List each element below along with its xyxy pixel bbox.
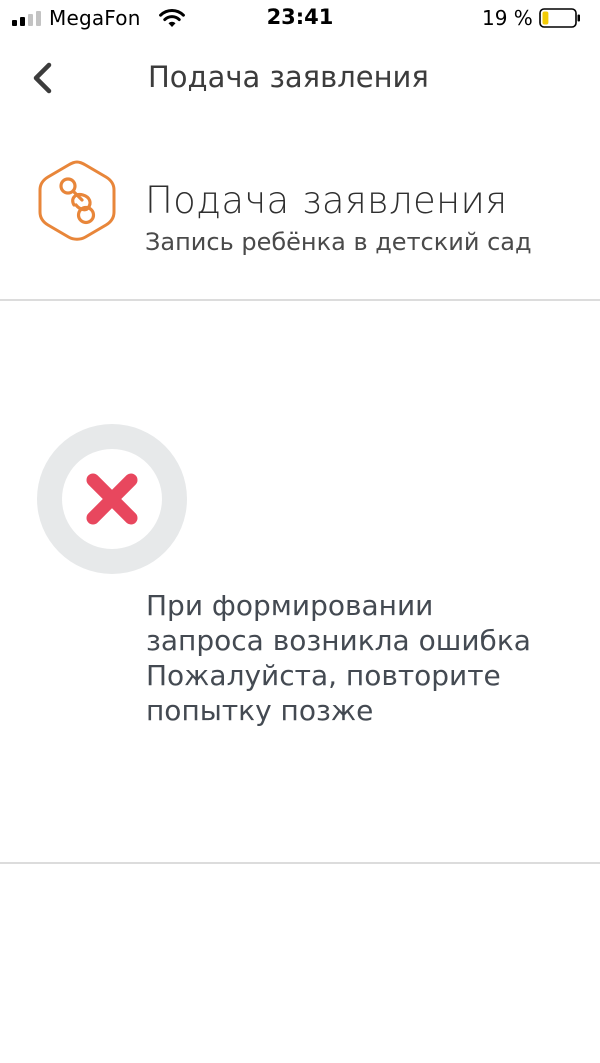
service-subtitle: Запись ребёнка в детский сад xyxy=(145,228,532,256)
error-message-line: При формировании xyxy=(146,589,434,622)
service-title: Подача заявления xyxy=(145,179,508,222)
battery-icon xyxy=(539,8,580,28)
navigation-bar: Подача заявления xyxy=(0,50,600,106)
error-message: При формировании запроса возникла ошибка… xyxy=(146,588,586,728)
error-message-line: Пожалуйста, повторите xyxy=(146,659,501,692)
service-header: Подача заявления Запись ребёнка в детски… xyxy=(0,150,600,260)
chevron-left-icon[interactable] xyxy=(22,58,62,98)
page-title: Подача заявления xyxy=(148,60,429,94)
divider xyxy=(0,862,600,864)
divider xyxy=(0,299,600,301)
pacifier-icon xyxy=(38,160,116,241)
error-status-icon xyxy=(37,424,187,574)
battery-percentage: 19 % xyxy=(482,6,533,30)
error-message-line: запроса возникла ошибка xyxy=(146,624,531,657)
error-message-line: попытку позже xyxy=(146,694,374,727)
status-bar: MegaFon 23:41 19 % xyxy=(0,0,600,38)
